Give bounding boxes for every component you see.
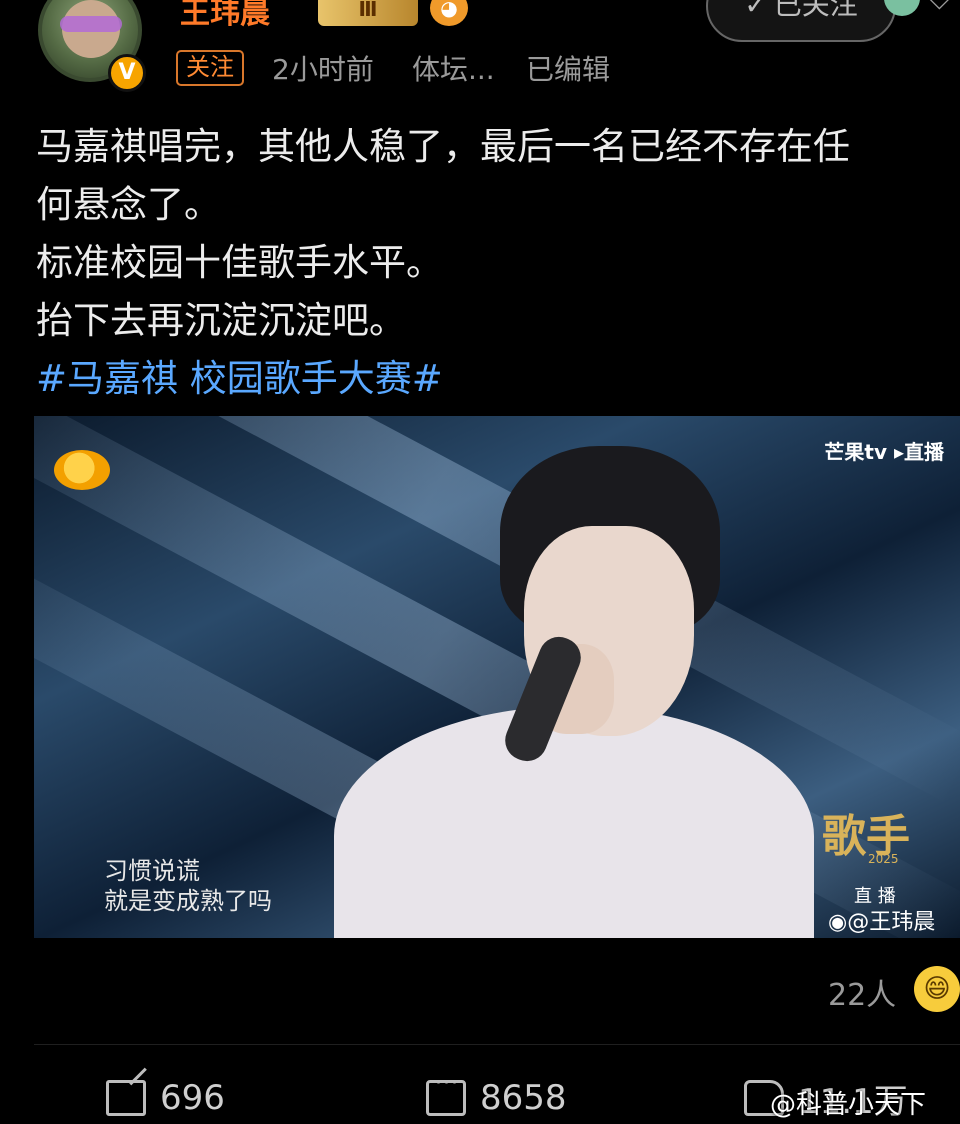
divider bbox=[34, 1044, 960, 1045]
post-line: 抬下去再沉淀沉淀吧。 bbox=[36, 299, 406, 342]
repost-count: 696 bbox=[160, 1078, 225, 1118]
level-badge[interactable]: Ⅲ bbox=[318, 0, 418, 26]
repost-icon bbox=[106, 1080, 146, 1116]
follow-tag: 关注 bbox=[176, 50, 244, 86]
fan-badge-icon[interactable]: ◕ bbox=[430, 0, 468, 26]
post-time: 2小时前 bbox=[272, 53, 374, 86]
chevron-down-icon[interactable]: ⌵ bbox=[928, 0, 951, 17]
post-line: 何悬念了。 bbox=[36, 183, 221, 226]
comment-button[interactable]: 8658 bbox=[426, 1071, 567, 1122]
laugh-emoji-icon[interactable]: 😄 bbox=[914, 966, 960, 1012]
watermark-text: @王玮晨 bbox=[847, 910, 936, 935]
lyrics: 习惯说谎 就是变成熟了吗 bbox=[104, 856, 272, 916]
post-source: 体坛... bbox=[412, 53, 495, 86]
weibo-icon: ◉ bbox=[828, 910, 848, 935]
check-icon: ✓ bbox=[744, 0, 768, 21]
comment-icon bbox=[426, 1071, 466, 1116]
show-year: 2025 bbox=[868, 852, 899, 866]
reaction-count[interactable]: 22人 bbox=[828, 970, 896, 1014]
post-body: 马嘉祺唱完，其他人稳了，最后一名已经不存在任 何悬念了。 标准校园十佳歌手水平。… bbox=[36, 118, 946, 408]
post-line: 马嘉祺唱完，其他人稳了，最后一名已经不存在任 bbox=[36, 125, 850, 168]
lyric-line: 习惯说谎 bbox=[104, 857, 200, 885]
source-watermark: @科普小天下 bbox=[770, 1090, 927, 1120]
avatar-glasses bbox=[60, 16, 122, 32]
video-watermark: ◉@王玮晨 bbox=[828, 904, 935, 936]
video-player[interactable]: 芒果tv ▸直播 习惯说谎 就是变成熟了吗 歌手 2025 直 播 ◉@王玮晨 bbox=[34, 416, 960, 938]
post-line: 标准校园十佳歌手水平。 bbox=[36, 241, 443, 284]
station-logo-icon bbox=[54, 450, 110, 490]
author-name[interactable]: 王玮晨 bbox=[180, 0, 270, 32]
edited-label: 已编辑 bbox=[526, 53, 611, 86]
hashtag-link[interactable]: #马嘉祺 校园歌手大赛# bbox=[36, 350, 946, 408]
singer-body bbox=[334, 706, 814, 938]
followed-button-label: 已关注 bbox=[773, 0, 858, 21]
lyric-line: 就是变成熟了吗 bbox=[104, 887, 272, 915]
comment-count: 8658 bbox=[480, 1078, 567, 1118]
followed-button[interactable]: ✓ 已关注 bbox=[706, 0, 896, 42]
channel-logo: 芒果tv ▸直播 bbox=[824, 440, 944, 464]
repost-button[interactable]: 696 bbox=[106, 1074, 225, 1122]
verified-badge-icon: V bbox=[108, 54, 146, 92]
